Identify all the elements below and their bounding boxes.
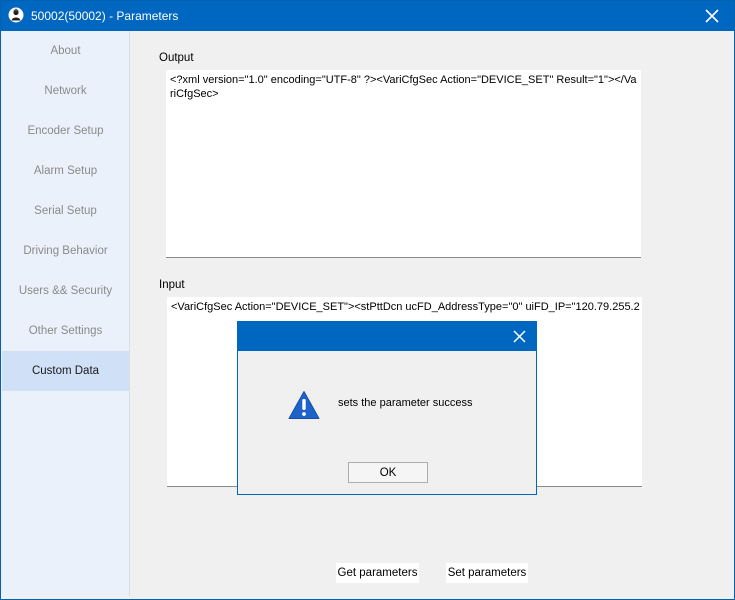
title-bar: 50002(50002) - Parameters: [1, 1, 734, 31]
input-label: Input: [159, 279, 185, 291]
ok-button[interactable]: OK: [348, 462, 428, 483]
sidebar-item-label: Alarm Setup: [33, 165, 98, 177]
output-label: Output: [159, 52, 194, 64]
sidebar-item-network[interactable]: Network: [2, 71, 129, 111]
message-dialog: sets the parameter success OK: [237, 321, 537, 495]
close-icon[interactable]: [502, 322, 536, 351]
warning-icon: [288, 390, 320, 420]
sidebar-item-label: Network: [44, 85, 87, 97]
output-textarea[interactable]: <?xml version="1.0" encoding="UTF-8" ?><…: [166, 70, 641, 258]
sidebar-item-alarm-setup[interactable]: Alarm Setup: [2, 151, 129, 191]
sidebar-item-label: Encoder Setup: [27, 125, 104, 137]
sidebar-item-label: Custom Data: [31, 365, 100, 377]
sidebar-item-custom-data[interactable]: Custom Data: [2, 351, 129, 391]
get-parameters-button[interactable]: Get parameters: [336, 563, 419, 583]
sidebar-item-users-security[interactable]: Users && Security: [2, 271, 129, 311]
window-title: 50002(50002) - Parameters: [31, 9, 179, 23]
sidebar-item-label: About: [50, 45, 81, 57]
parameters-window: 50002(50002) - Parameters About Network …: [0, 0, 735, 600]
set-parameters-button[interactable]: Set parameters: [446, 563, 528, 583]
sidebar-item-label: Other Settings: [28, 325, 103, 337]
sidebar: About Network Encoder Setup Alarm Setup …: [2, 31, 130, 596]
sidebar-item-serial-setup[interactable]: Serial Setup: [2, 191, 129, 231]
sidebar-item-label: Serial Setup: [34, 205, 97, 217]
sidebar-item-label: Users && Security: [18, 285, 113, 297]
sidebar-item-label: Driving Behavior: [23, 245, 108, 257]
sidebar-item-driving-behavior[interactable]: Driving Behavior: [2, 231, 129, 271]
sidebar-item-about[interactable]: About: [2, 31, 129, 71]
sidebar-item-encoder-setup[interactable]: Encoder Setup: [2, 111, 129, 151]
close-icon[interactable]: [690, 1, 734, 31]
dialog-title-bar: [238, 322, 536, 351]
sidebar-item-other-settings[interactable]: Other Settings: [2, 311, 129, 351]
client-area: About Network Encoder Setup Alarm Setup …: [1, 31, 734, 599]
dialog-message: sets the parameter success: [338, 397, 473, 409]
person-icon: [8, 7, 24, 23]
